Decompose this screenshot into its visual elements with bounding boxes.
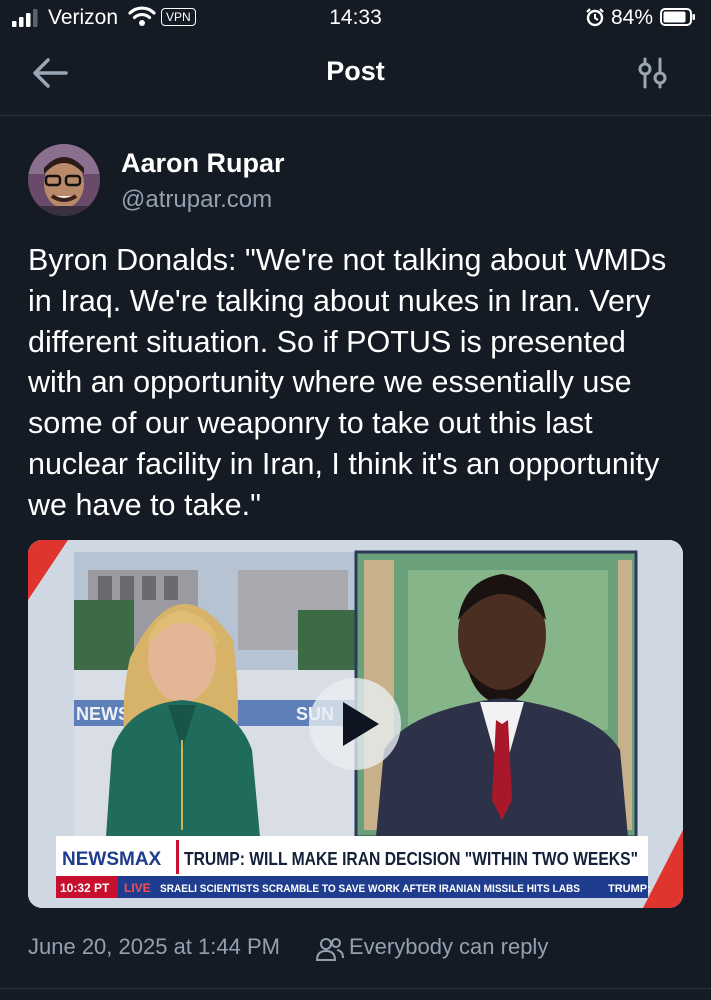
avatar-image: [28, 144, 100, 216]
battery-icon: [660, 8, 695, 26]
top-nav: Post: [0, 40, 711, 112]
wall-text-left: NEWS: [76, 704, 130, 724]
sliders-icon[interactable]: [636, 56, 670, 90]
page-title: Post: [326, 56, 385, 86]
play-icon: [343, 702, 379, 746]
chyron-clock: 10:32 PT: [60, 881, 110, 895]
play-button[interactable]: [309, 678, 401, 770]
status-bar: Verizon VPN 14:33 84%: [0, 0, 711, 38]
author-name[interactable]: Aaron Rupar: [121, 148, 285, 179]
footer-divider: [0, 988, 711, 989]
newsmax-logo: NEWSMAX: [62, 849, 162, 870]
author-handle[interactable]: @atrupar.com: [121, 186, 272, 214]
chyron-headline: TRUMP: WILL MAKE IRAN DECISION "WITHIN T…: [184, 849, 638, 869]
alarm-icon: [586, 8, 604, 27]
chyron-ticker: SRAELI SCIENTISTS SCRAMBLE TO SAVE WORK …: [160, 883, 580, 895]
reply-setting[interactable]: Everybody can reply: [349, 934, 548, 960]
post-timestamp: June 20, 2025 at 1:44 PM: [28, 934, 280, 959]
post-text: Byron Donalds: "We're not talking about …: [28, 243, 667, 522]
chyron-ticker-tail: TRUMP:: [608, 883, 651, 895]
people-icon: [316, 938, 344, 961]
header-divider: [0, 115, 711, 116]
battery-percent: 84%: [611, 6, 654, 29]
live-badge: LIVE: [124, 881, 151, 895]
avatar[interactable]: [28, 144, 100, 216]
